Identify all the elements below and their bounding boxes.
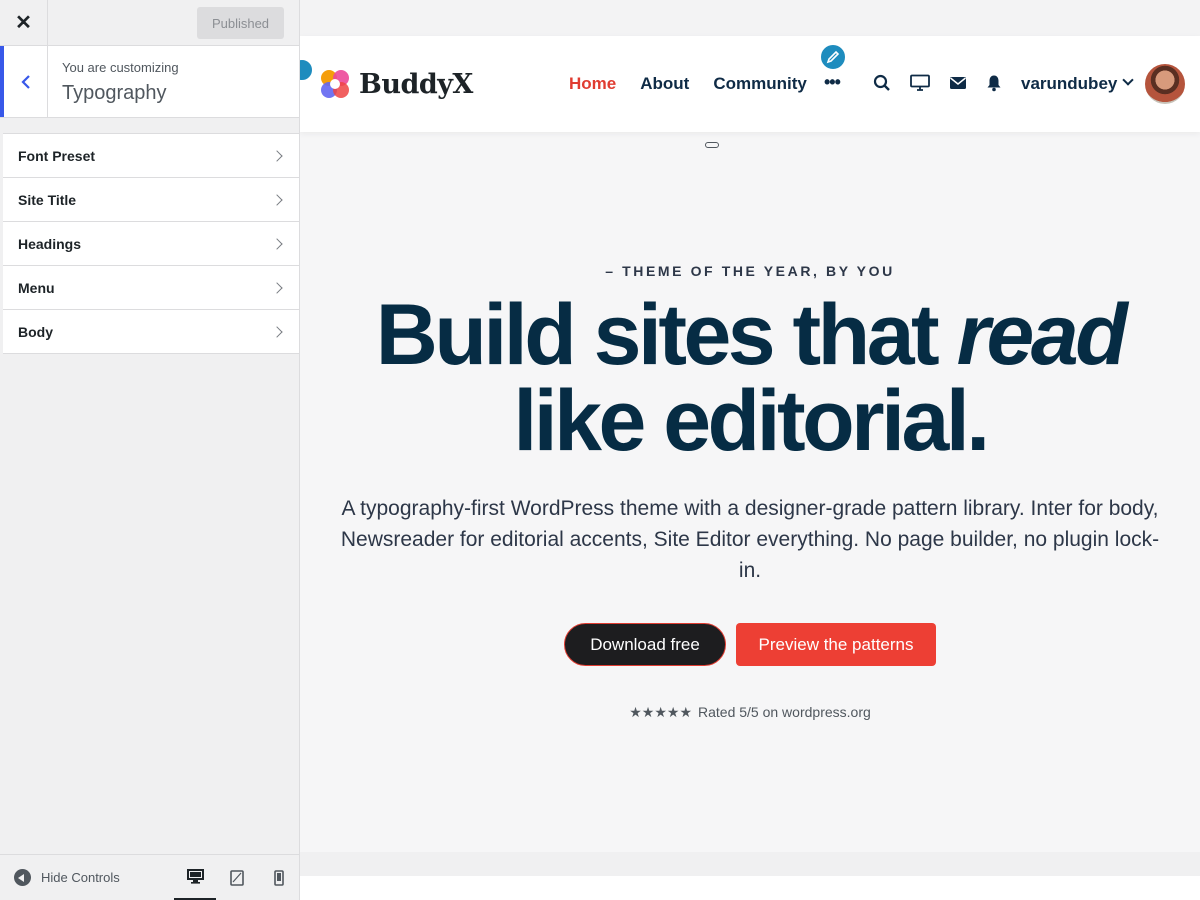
hide-controls-label: Hide Controls bbox=[41, 870, 120, 885]
rating: ★★★★★ Rated 5/5 on wordpress.org bbox=[300, 704, 1200, 721]
mobile-icon[interactable] bbox=[258, 855, 300, 900]
menu-item-label: Font Preset bbox=[18, 147, 96, 164]
nav-about[interactable]: About bbox=[640, 74, 689, 94]
menu-item-label: Menu bbox=[18, 279, 55, 296]
hide-controls-button[interactable]: Hide Controls bbox=[14, 869, 120, 886]
avatar[interactable] bbox=[1145, 64, 1185, 104]
chevron-right-icon bbox=[271, 281, 283, 294]
menu-item-site-title[interactable]: Site Title bbox=[3, 178, 299, 222]
menu-item-body[interactable]: Body bbox=[3, 310, 299, 354]
tablet-icon[interactable] bbox=[216, 855, 258, 900]
hero-headline: Build sites that read like editorial. bbox=[300, 292, 1200, 464]
nav-community[interactable]: Community bbox=[713, 74, 807, 94]
chevron-right-icon bbox=[271, 149, 283, 162]
back-button[interactable] bbox=[0, 46, 48, 117]
preview-patterns-button[interactable]: Preview the patterns bbox=[736, 623, 936, 666]
chevron-right-icon bbox=[271, 237, 283, 250]
typography-menu: Font Preset Site Title Headings Menu Bod… bbox=[3, 133, 299, 354]
customizer-footer: Hide Controls bbox=[0, 854, 299, 900]
download-free-button[interactable]: Download free bbox=[564, 623, 726, 666]
edit-pencil-icon[interactable] bbox=[819, 43, 847, 71]
customizer-header: ✕ Published bbox=[0, 0, 299, 46]
monitor-icon[interactable] bbox=[910, 74, 930, 97]
hero-section: – THEME OF THE YEAR, BY YOU Build sites … bbox=[300, 132, 1200, 852]
primary-nav: Home About Community bbox=[569, 74, 831, 94]
rating-text: Rated 5/5 on wordpress.org bbox=[698, 704, 871, 720]
site-header: BuddyX Home About Community ••• varundub… bbox=[300, 36, 1200, 132]
logo-mark-icon bbox=[321, 70, 349, 98]
menu-item-font-preset[interactable]: Font Preset bbox=[3, 134, 299, 178]
mail-icon[interactable] bbox=[949, 74, 967, 97]
headline-part1: Build sites that bbox=[375, 287, 957, 383]
collapse-icon bbox=[14, 869, 31, 886]
hero-eyebrow: – THEME OF THE YEAR, BY YOU bbox=[605, 263, 895, 279]
edit-shortcut-icon[interactable] bbox=[300, 58, 314, 82]
headline-part2: like editorial. bbox=[513, 373, 990, 469]
chevron-down-icon[interactable] bbox=[1122, 74, 1134, 86]
logo-text: BuddyX bbox=[359, 68, 473, 100]
section-title: Typography bbox=[62, 82, 167, 104]
menu-item-headings[interactable]: Headings bbox=[3, 222, 299, 266]
menu-item-label: Body bbox=[18, 323, 53, 340]
search-icon[interactable] bbox=[873, 74, 891, 97]
nav-home[interactable]: Home bbox=[569, 74, 616, 94]
customizing-label: You are customizing bbox=[62, 60, 179, 75]
headline-italic: read bbox=[956, 287, 1128, 383]
hero-description: A typography-first WordPress theme with … bbox=[340, 497, 1160, 582]
desktop-icon[interactable] bbox=[174, 855, 216, 900]
menu-item-menu[interactable]: Menu bbox=[3, 266, 299, 310]
customizer-sidebar: ✕ Published You are customizing Typograp… bbox=[0, 0, 300, 900]
close-icon[interactable]: ✕ bbox=[0, 0, 48, 45]
site-preview: BuddyX Home About Community ••• varundub… bbox=[300, 0, 1200, 900]
bell-icon[interactable] bbox=[986, 74, 1002, 97]
chevron-right-icon bbox=[271, 193, 283, 206]
user-menu[interactable]: varundubey bbox=[1021, 74, 1117, 94]
menu-item-label: Site Title bbox=[18, 191, 77, 208]
star-rating-icon: ★★★★★ bbox=[629, 704, 692, 720]
menu-item-label: Headings bbox=[18, 235, 82, 252]
publish-button: Published bbox=[197, 7, 284, 39]
site-logo[interactable]: BuddyX bbox=[317, 66, 473, 102]
nav-more-icon[interactable]: ••• bbox=[824, 72, 841, 93]
chevron-right-icon bbox=[271, 325, 283, 338]
section-header: You are customizing Typography bbox=[0, 46, 299, 118]
chevron-left-icon bbox=[20, 74, 30, 89]
